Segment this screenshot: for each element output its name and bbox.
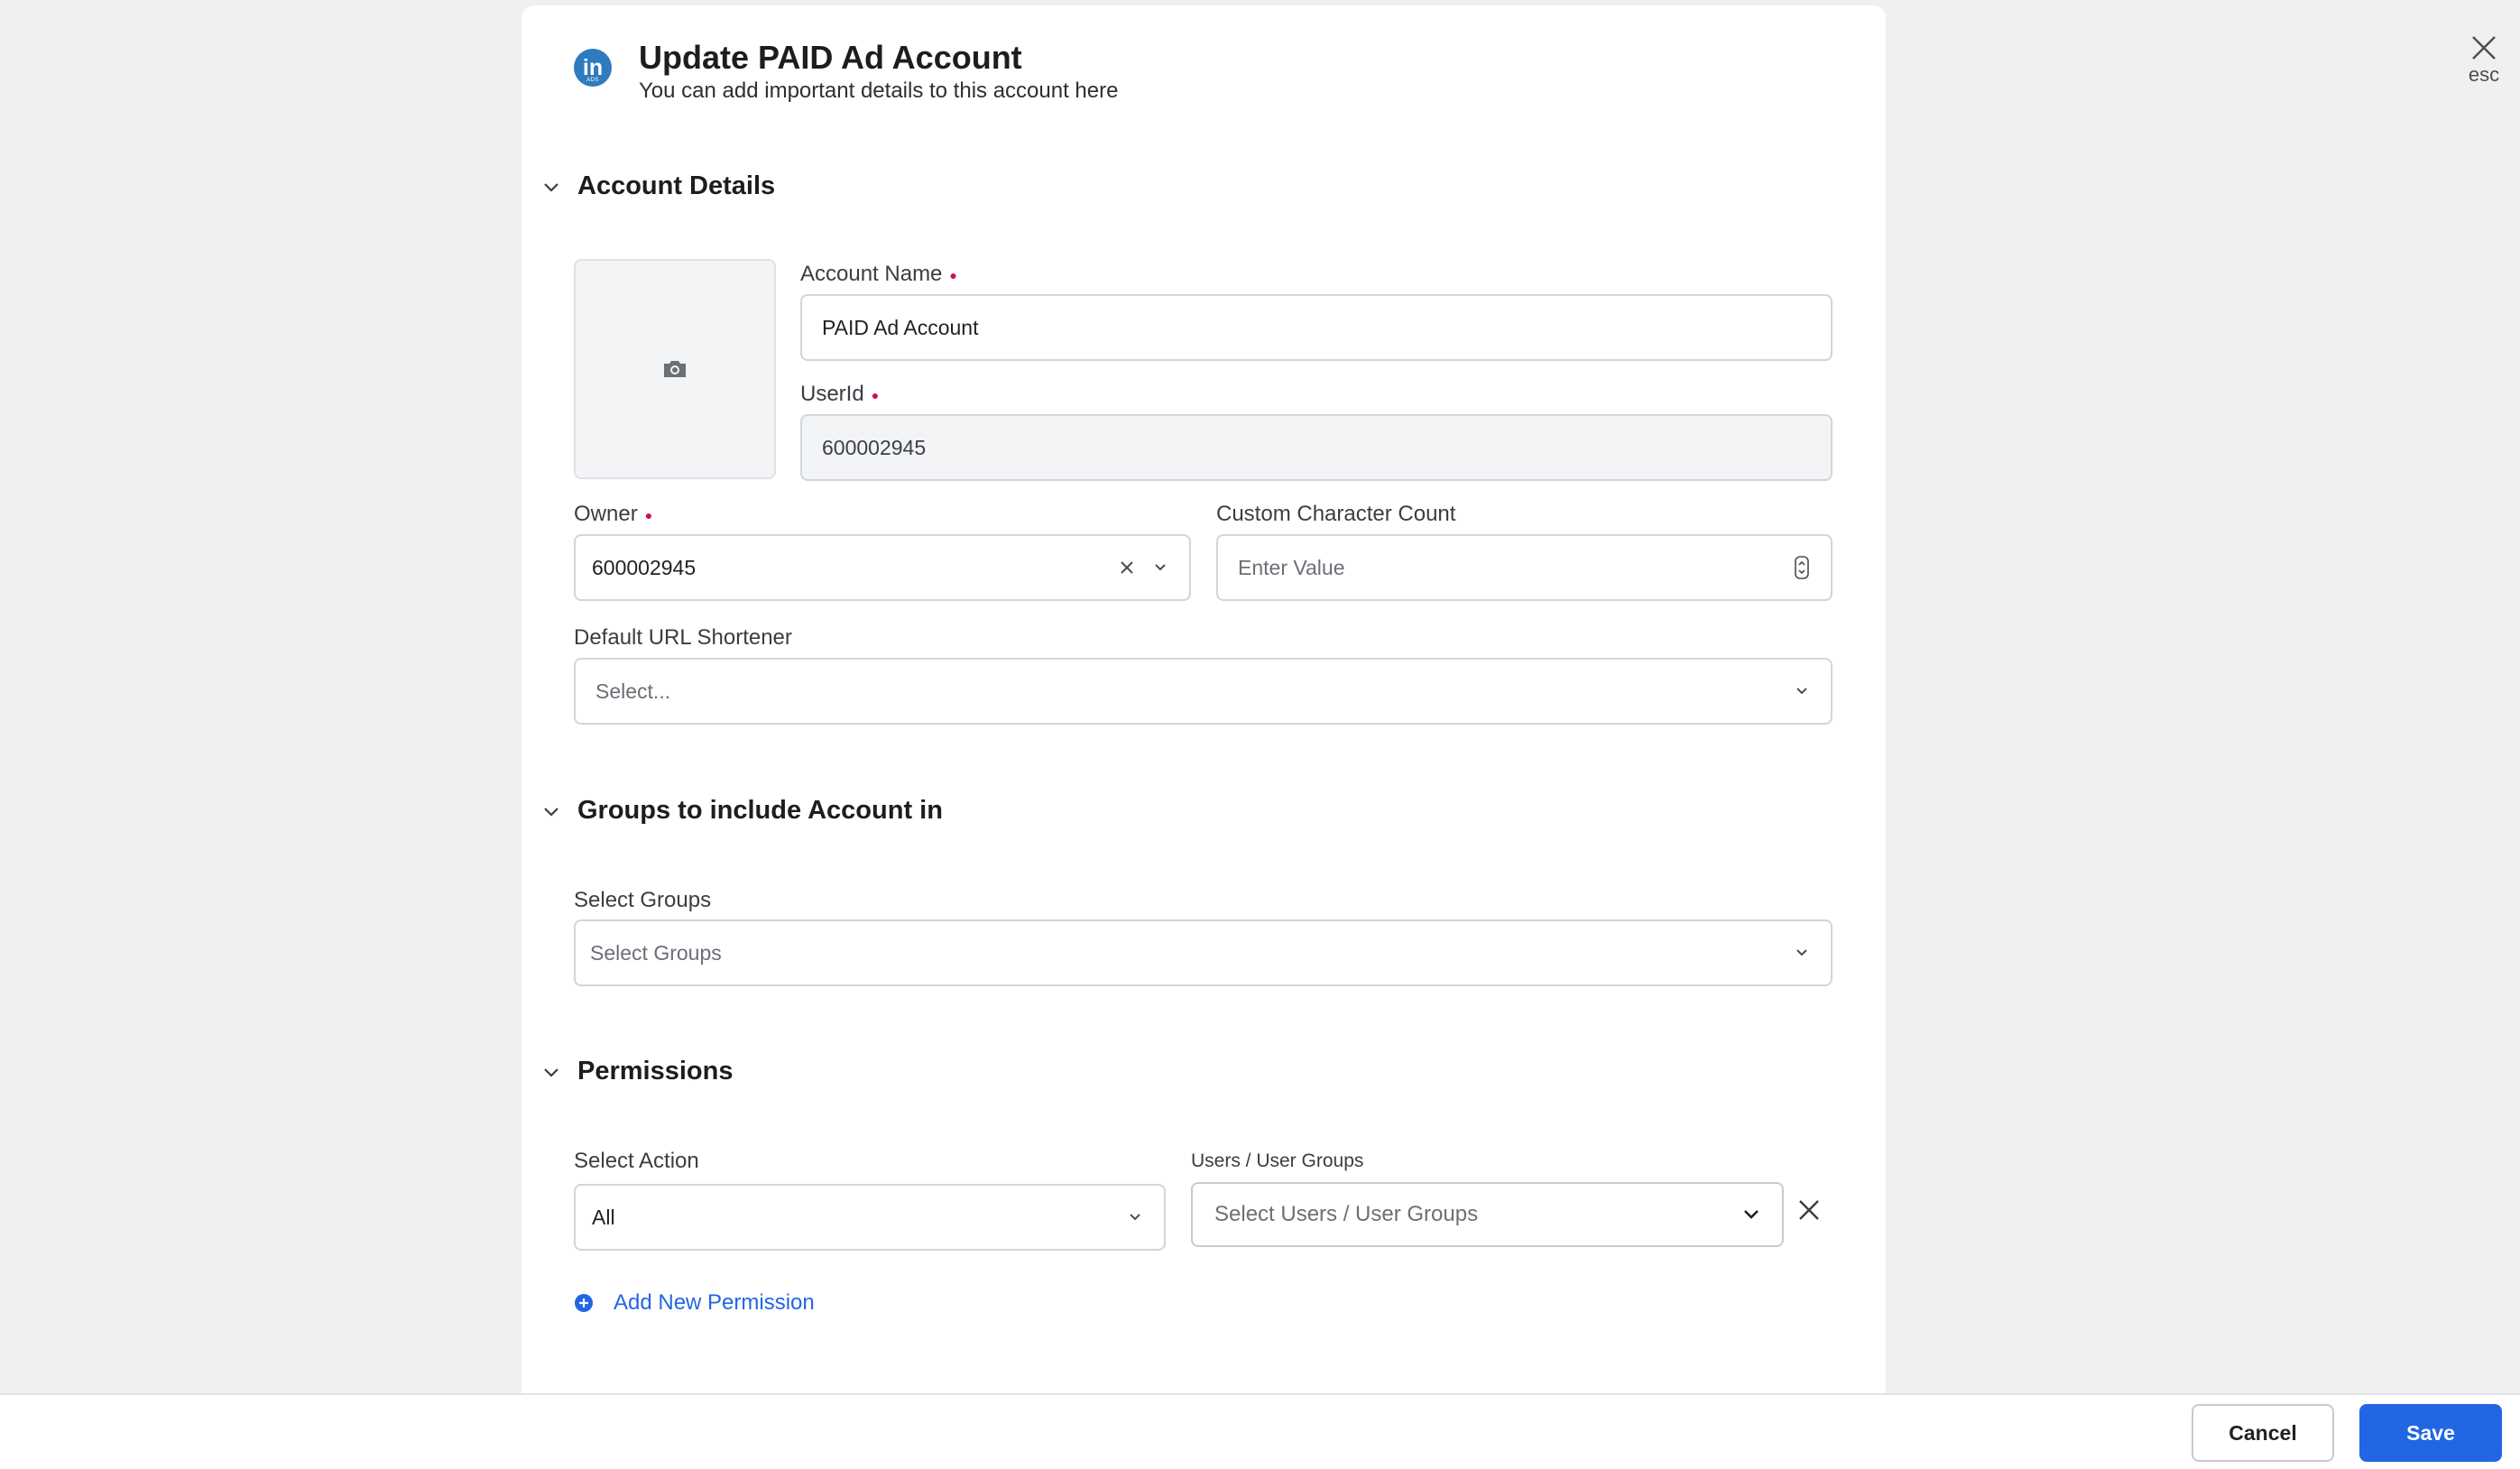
- camera-icon: [664, 361, 686, 377]
- account-name-label: Account Name ●: [800, 262, 957, 286]
- default-url-shortener-label: Default URL Shortener: [574, 625, 792, 650]
- esc-label: esc: [2468, 63, 2500, 86]
- account-image-upload[interactable]: [574, 259, 776, 479]
- userid-input: 600002945: [800, 414, 1832, 481]
- clear-icon[interactable]: [1119, 559, 1135, 576]
- users-user-groups-select[interactable]: Select Users / User Groups: [1191, 1182, 1784, 1247]
- custom-character-count-label: Custom Character Count: [1216, 502, 1456, 526]
- modal-subtitle: You can add important details to this ac…: [639, 79, 1119, 103]
- chevron-down-icon[interactable]: [1153, 560, 1168, 575]
- close-icon: [2472, 36, 2496, 60]
- section-title: Groups to include Account in: [577, 796, 943, 825]
- custom-character-count-input[interactable]: Enter Value: [1216, 534, 1832, 601]
- chevron-down-icon: [544, 807, 558, 817]
- section-title: Account Details: [577, 171, 776, 200]
- owner-label: Owner ●: [574, 502, 653, 526]
- modal-title: Update PAID Ad Account: [639, 39, 1022, 76]
- remove-permission-icon[interactable]: [1797, 1198, 1821, 1222]
- chevron-down-icon: [1130, 1214, 1140, 1221]
- owner-select[interactable]: 600002945: [574, 534, 1191, 601]
- modal-header: in ADS Update PAID Ad Account You can ad…: [574, 38, 1118, 105]
- save-button[interactable]: Save: [2359, 1404, 2502, 1462]
- required-indicator: ●: [949, 267, 957, 282]
- account-name-input[interactable]: PAID Ad Account: [800, 294, 1832, 361]
- userid-label: UserId ●: [800, 382, 880, 406]
- required-indicator: ●: [644, 507, 653, 522]
- select-action-select[interactable]: All: [574, 1184, 1166, 1251]
- update-account-modal: in ADS Update PAID Ad Account You can ad…: [522, 5, 1886, 1393]
- select-action-label: Select Action: [574, 1149, 699, 1173]
- chevron-down-icon: [1796, 949, 1807, 956]
- chevron-down-icon: [1744, 1210, 1758, 1219]
- default-url-shortener-select[interactable]: Select...: [574, 658, 1832, 725]
- chevron-down-icon: [544, 182, 558, 192]
- users-user-groups-label: Users / User Groups: [1191, 1150, 1364, 1171]
- section-groups[interactable]: Groups to include Account in: [541, 796, 943, 826]
- section-permissions[interactable]: Permissions: [541, 1057, 733, 1086]
- add-new-permission-button[interactable]: Add New Permission: [574, 1290, 815, 1316]
- section-account-details[interactable]: Account Details: [541, 171, 775, 201]
- modal-footer: Cancel Save: [0, 1393, 2520, 1469]
- cancel-button[interactable]: Cancel: [2192, 1404, 2334, 1462]
- chevron-down-icon: [544, 1067, 558, 1077]
- linkedin-icon: in ADS: [574, 49, 612, 87]
- chevron-down-icon: [1796, 688, 1807, 695]
- plus-circle-icon: [575, 1294, 593, 1312]
- section-title: Permissions: [577, 1057, 734, 1086]
- stepper-icon[interactable]: [1795, 556, 1809, 579]
- select-groups-select[interactable]: Select Groups: [574, 919, 1832, 986]
- select-groups-label: Select Groups: [574, 888, 712, 912]
- close-button[interactable]: esc: [2461, 34, 2506, 87]
- required-indicator: ●: [871, 387, 880, 402]
